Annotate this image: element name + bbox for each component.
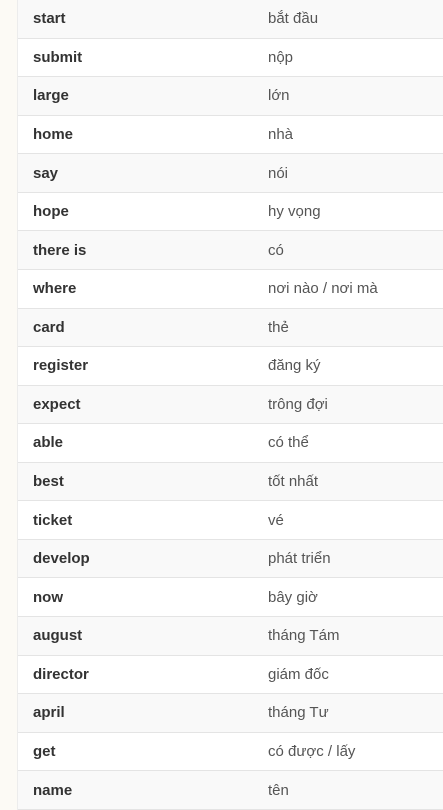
table-row: start bắt đầu [18, 0, 443, 39]
table-row: there is có [18, 231, 443, 270]
vietnamese-translation: bắt đầu [268, 10, 319, 28]
vietnamese-translation: tháng Tám [268, 627, 340, 645]
vietnamese-translation: tháng Tư [268, 704, 329, 722]
table-row: name tên [18, 771, 443, 810]
english-word: say [33, 164, 59, 182]
english-word: hope [33, 203, 69, 221]
table-row: large lớn [18, 77, 443, 116]
english-word: now [33, 588, 63, 606]
english-word: ticket [33, 511, 73, 529]
vietnamese-translation: nộp [268, 48, 294, 66]
english-word: expect [33, 395, 81, 413]
english-word: best [33, 473, 64, 491]
vietnamese-translation: vé [268, 511, 284, 529]
english-word: able [33, 434, 64, 452]
vietnamese-translation: nhà [268, 125, 294, 143]
vocabulary-table: start bắt đầu submit nộp large lớn home … [17, 0, 443, 810]
vietnamese-translation: có được / lấy [268, 742, 356, 760]
vietnamese-translation: bây giờ [268, 588, 318, 606]
table-row: register đăng ký [18, 347, 443, 386]
vietnamese-translation: nói [268, 164, 289, 182]
english-word: director [33, 665, 89, 683]
english-word: home [33, 125, 74, 143]
english-word: develop [33, 550, 90, 568]
english-word: get [33, 742, 56, 760]
vietnamese-translation: đăng ký [268, 357, 321, 375]
table-row: submit nộp [18, 39, 443, 78]
english-word: start [33, 10, 66, 28]
vietnamese-translation: tốt nhất [268, 473, 319, 491]
table-row: best tốt nhất [18, 462, 443, 502]
vietnamese-translation: giám đốc [268, 665, 329, 683]
vietnamese-translation: phát triển [268, 550, 331, 568]
english-word: card [33, 318, 65, 336]
table-row: card thẻ [18, 308, 443, 348]
english-word: where [33, 280, 77, 298]
english-word: submit [33, 48, 83, 66]
table-row: april tháng Tư [18, 694, 443, 733]
table-row: say nói [18, 154, 443, 193]
table-row: develop phát triển [18, 539, 443, 579]
table-row: august tháng Tám [18, 617, 443, 656]
vietnamese-translation: nơi nào / nơi mà [268, 280, 378, 298]
table-row: able có thể [18, 424, 443, 463]
english-word: name [33, 781, 73, 799]
english-word: register [33, 357, 89, 375]
english-word: august [33, 627, 83, 645]
table-row: expect trông đợi [18, 385, 443, 425]
vietnamese-translation: lớn [268, 87, 290, 105]
table-row: now bây giờ [18, 578, 443, 617]
vietnamese-translation: tên [268, 781, 289, 799]
vietnamese-translation: có [268, 241, 284, 259]
table-row: director giám đốc [18, 656, 443, 695]
english-word: there is [33, 241, 87, 259]
table-row: hope hy vọng [18, 193, 443, 232]
vietnamese-translation: trông đợi [268, 395, 328, 413]
table-row: get có được / lấy [18, 733, 443, 772]
english-word: april [33, 704, 65, 722]
vietnamese-translation: có thể [268, 434, 309, 452]
vietnamese-translation: thẻ [268, 318, 289, 336]
vietnamese-translation: hy vọng [268, 203, 321, 221]
table-row: home nhà [18, 116, 443, 155]
table-row: ticket vé [18, 501, 443, 540]
english-word: large [33, 87, 69, 105]
table-row: where nơi nào / nơi mà [18, 270, 443, 309]
